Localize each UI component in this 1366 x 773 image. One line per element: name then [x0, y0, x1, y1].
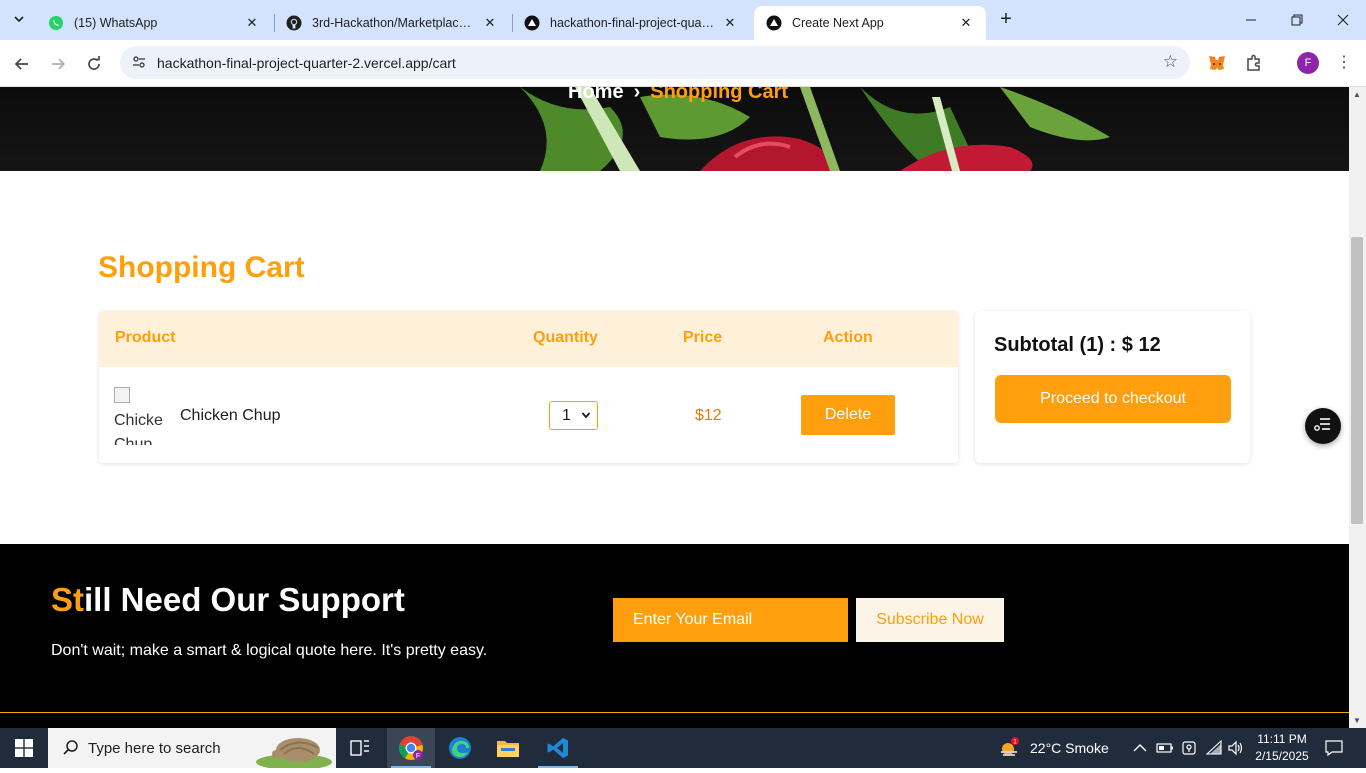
- notification-center-icon[interactable]: [1323, 739, 1345, 757]
- chevron-up-icon[interactable]: [1131, 739, 1149, 757]
- metamask-extension-icon[interactable]: [1206, 52, 1228, 74]
- cart-summary: Subtotal (1) : $ 12 Proceed to checkout: [975, 311, 1250, 463]
- scroll-down-icon[interactable]: ▼: [1353, 716, 1361, 725]
- clock-time: 11:11 PM: [1257, 732, 1307, 746]
- close-icon[interactable]: ✕: [244, 15, 260, 31]
- delete-button[interactable]: Delete: [801, 395, 895, 435]
- vscode-taskbar-icon[interactable]: [534, 728, 582, 768]
- column-header-price: Price: [683, 329, 723, 346]
- windows-start-icon[interactable]: [0, 728, 48, 768]
- profile-avatar[interactable]: F: [1297, 52, 1319, 74]
- support-title-rest: ill Need Our Support: [84, 581, 405, 618]
- minimize-icon[interactable]: [1228, 0, 1274, 40]
- tab-create-next-app[interactable]: Create Next App ✕: [754, 6, 986, 40]
- cart-table-header: Product Quantity Price Action: [99, 311, 958, 367]
- url-text: hackathon-final-project-quarter-2.vercel…: [157, 55, 456, 71]
- subscribe-button[interactable]: Subscribe Now: [856, 598, 1004, 642]
- window-close-icon[interactable]: [1320, 0, 1366, 40]
- clock-date: 2/15/2025: [1255, 749, 1309, 763]
- wifi-icon[interactable]: [1205, 739, 1223, 757]
- scroll-up-icon[interactable]: ▲: [1353, 90, 1361, 99]
- chevron-down-icon: [13, 13, 25, 28]
- table-row: Chicken Chup Chicken Chup 1 $12 Delete: [99, 367, 958, 463]
- taskbar-clock[interactable]: 11:11 PM 2/15/2025: [1250, 731, 1314, 765]
- filter-list-icon: [1314, 417, 1332, 436]
- vercel-icon: [766, 15, 782, 31]
- close-icon[interactable]: ✕: [958, 15, 974, 31]
- tab-title: Create Next App: [792, 16, 884, 30]
- edge-taskbar-icon[interactable]: [436, 728, 484, 768]
- weather-icon[interactable]: 1: [998, 737, 1020, 759]
- new-tab-icon[interactable]: +: [994, 8, 1018, 32]
- volume-icon[interactable]: [1227, 739, 1245, 757]
- taskbar-search-box[interactable]: Type here to search: [48, 728, 336, 770]
- address-bar[interactable]: hackathon-final-project-quarter-2.vercel…: [120, 46, 1190, 79]
- product-price: $12: [695, 407, 722, 424]
- tab-strip: (15) WhatsApp ✕ 3rd-Hackathon/Marketplac…: [0, 0, 1366, 40]
- back-icon[interactable]: [8, 50, 36, 78]
- quantity-select[interactable]: 1: [549, 401, 598, 430]
- tab-title: hackathon-final-project-quarte: [550, 16, 714, 30]
- chevron-down-icon: [581, 407, 591, 425]
- weather-text[interactable]: 22°C Smoke: [1030, 728, 1109, 768]
- scrollbar-thumb[interactable]: [1351, 237, 1363, 524]
- close-icon[interactable]: ✕: [482, 15, 498, 31]
- task-view-icon[interactable]: [336, 728, 384, 768]
- floating-action-button[interactable]: [1305, 408, 1341, 444]
- meet-now-icon[interactable]: [1180, 739, 1198, 757]
- browser-window: (15) WhatsApp ✕ 3rd-Hackathon/Marketplac…: [0, 0, 1366, 728]
- subtotal-text: Subtotal (1) : $ 12: [994, 334, 1161, 356]
- file-explorer-icon[interactable]: [484, 728, 532, 768]
- proceed-to-checkout-button[interactable]: Proceed to checkout: [995, 375, 1231, 423]
- tab-title: 3rd-Hackathon/Marketplace_Bu: [312, 16, 474, 30]
- browser-toolbar: hackathon-final-project-quarter-2.vercel…: [0, 40, 1366, 87]
- page-viewport: Home › Shopping Cart Shopping Cart Product…: [0, 87, 1349, 728]
- breadcrumb: Home › Shopping Cart: [568, 87, 788, 104]
- extensions-puzzle-icon[interactable]: [1243, 52, 1265, 74]
- tab-title: (15) WhatsApp: [74, 16, 158, 30]
- product-image-alt: Chicken Chup: [114, 412, 164, 445]
- column-header-action: Action: [823, 329, 873, 346]
- support-title: Still Need Our Support: [51, 581, 405, 619]
- search-icon: [62, 739, 80, 757]
- cart-table: Product Quantity Price Action Chicken Ch…: [99, 311, 958, 463]
- page-title: Shopping Cart: [98, 251, 305, 284]
- site-info-icon[interactable]: [130, 54, 148, 72]
- support-title-highlight: St: [51, 581, 84, 618]
- vercel-icon: [524, 15, 540, 31]
- email-field[interactable]: [613, 598, 848, 642]
- column-header-product: Product: [115, 329, 176, 346]
- forward-icon[interactable]: [44, 50, 72, 78]
- support-text: Don't wait; make a smart & logical quote…: [51, 642, 488, 659]
- quantity-value: 1: [562, 406, 571, 424]
- chrome-taskbar-icon[interactable]: F: [387, 728, 435, 768]
- divider: [0, 712, 1349, 713]
- vertical-scrollbar[interactable]: ▲ ▼: [1349, 87, 1366, 728]
- breadcrumb-separator: ›: [633, 87, 641, 103]
- tab-whatsapp[interactable]: (15) WhatsApp ✕: [36, 6, 272, 40]
- breadcrumb-home-link[interactable]: Home: [568, 87, 624, 103]
- support-section: Still Need Our Support Don't wait; make …: [0, 544, 1349, 728]
- battery-icon[interactable]: [1156, 739, 1174, 757]
- search-highlight-image: [254, 732, 334, 770]
- windows-taskbar: Type here to search F 1 22°C Smoke 11:11…: [0, 728, 1366, 770]
- whatsapp-icon: [48, 15, 64, 31]
- breadcrumb-current: Shopping Cart: [650, 87, 789, 103]
- svg-text:F: F: [416, 753, 420, 760]
- github-icon: [286, 15, 302, 31]
- bookmark-star-icon[interactable]: ☆: [1163, 52, 1178, 72]
- taskbar-search-placeholder: Type here to search: [88, 739, 221, 757]
- tab-search-button[interactable]: [6, 7, 32, 33]
- restore-icon[interactable]: [1274, 0, 1320, 40]
- tab-github[interactable]: 3rd-Hackathon/Marketplace_Bu ✕: [274, 6, 510, 40]
- more-menu-icon[interactable]: ⋮: [1333, 52, 1355, 74]
- product-image: Chicken Chup: [114, 385, 164, 445]
- column-header-quantity: Quantity: [533, 329, 598, 346]
- broken-image-icon: [114, 387, 130, 403]
- close-icon[interactable]: ✕: [722, 15, 738, 31]
- tab-vercel-project[interactable]: hackathon-final-project-quarte ✕: [512, 6, 750, 40]
- product-name: Chicken Chup: [180, 407, 281, 424]
- reload-icon[interactable]: [80, 50, 108, 78]
- hero-banner: Home › Shopping Cart: [0, 87, 1349, 171]
